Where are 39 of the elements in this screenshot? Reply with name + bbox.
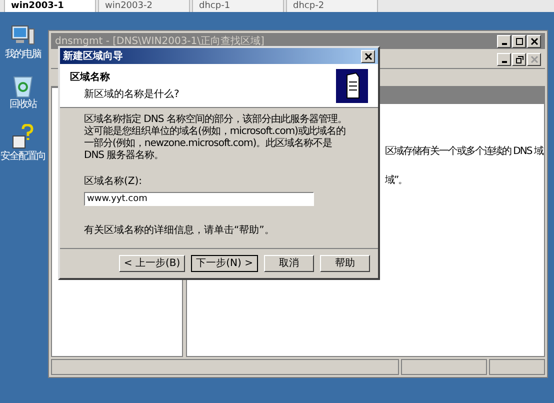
field-label: 区域名称(Z): bbox=[84, 174, 144, 189]
close-button[interactable] bbox=[361, 50, 375, 62]
close-button[interactable] bbox=[527, 34, 541, 48]
browser-tab[interactable]: dhcp-1 bbox=[192, 0, 284, 12]
description-text: 区域存储有关一个或多个连续的 DNS 域 bbox=[385, 144, 543, 159]
close-icon bbox=[530, 55, 538, 64]
desktop-icon-label[interactable]: 安全配置向 bbox=[0, 152, 46, 162]
description-text: 域”。 bbox=[385, 174, 408, 188]
desktop-icon-label[interactable]: 我的电脑 bbox=[5, 50, 41, 60]
help-document-icon bbox=[11, 124, 35, 150]
minimize-button[interactable] bbox=[497, 53, 511, 66]
help-note: 有关区域名称的详细信息，请单击“帮助”。 bbox=[84, 224, 276, 238]
browser-tab[interactable]: win2003-2 bbox=[98, 0, 190, 12]
maximize-button[interactable] bbox=[512, 34, 526, 48]
close-icon bbox=[364, 52, 372, 60]
wizard-button[interactable]: < 上一步(B) bbox=[118, 255, 186, 272]
wizard-button[interactable]: 下一步(N) > bbox=[191, 255, 258, 272]
recycle-bin-icon bbox=[12, 74, 34, 98]
restore-icon bbox=[514, 55, 524, 64]
dialog-title: 新建区域向导 bbox=[63, 49, 123, 64]
minimize-icon bbox=[502, 42, 506, 44]
header-title: 区域名称 bbox=[70, 70, 111, 84]
zone-name-field[interactable]: www.yyt.com bbox=[84, 192, 314, 206]
minimize-button[interactable] bbox=[497, 34, 511, 48]
restore-button[interactable] bbox=[512, 53, 526, 66]
browser-tab[interactable]: win2003-1 bbox=[4, 0, 96, 12]
header-subtitle: 新区域的名称是什么? bbox=[83, 88, 180, 102]
status-bar bbox=[489, 359, 545, 375]
browser-tab[interactable]: dhcp-2 bbox=[286, 0, 378, 12]
minimize-icon bbox=[502, 61, 506, 63]
wizard-button[interactable]: 帮助 bbox=[320, 255, 370, 272]
description-text: 区域名称指定 DNS 名称空间的部分，该部分由此服务器管理。这可能是您组织单位的域名(例如，microsoft.com)或此域名的一部分(例如，newzone.microsoft.com)。此区域名称不是 DNS 服务器名称。 bbox=[84, 114, 348, 162]
close-icon bbox=[530, 36, 538, 46]
server-icon bbox=[336, 68, 368, 102]
desktop-icon-label[interactable]: 回收站 bbox=[10, 100, 36, 110]
wizard-button[interactable]: 取消 bbox=[264, 255, 314, 272]
close-button[interactable] bbox=[527, 53, 541, 66]
maximize-icon bbox=[514, 36, 524, 46]
window-title: dnsmgmt - [DNS\WIN2003-1\正向查找区域] bbox=[55, 34, 264, 48]
